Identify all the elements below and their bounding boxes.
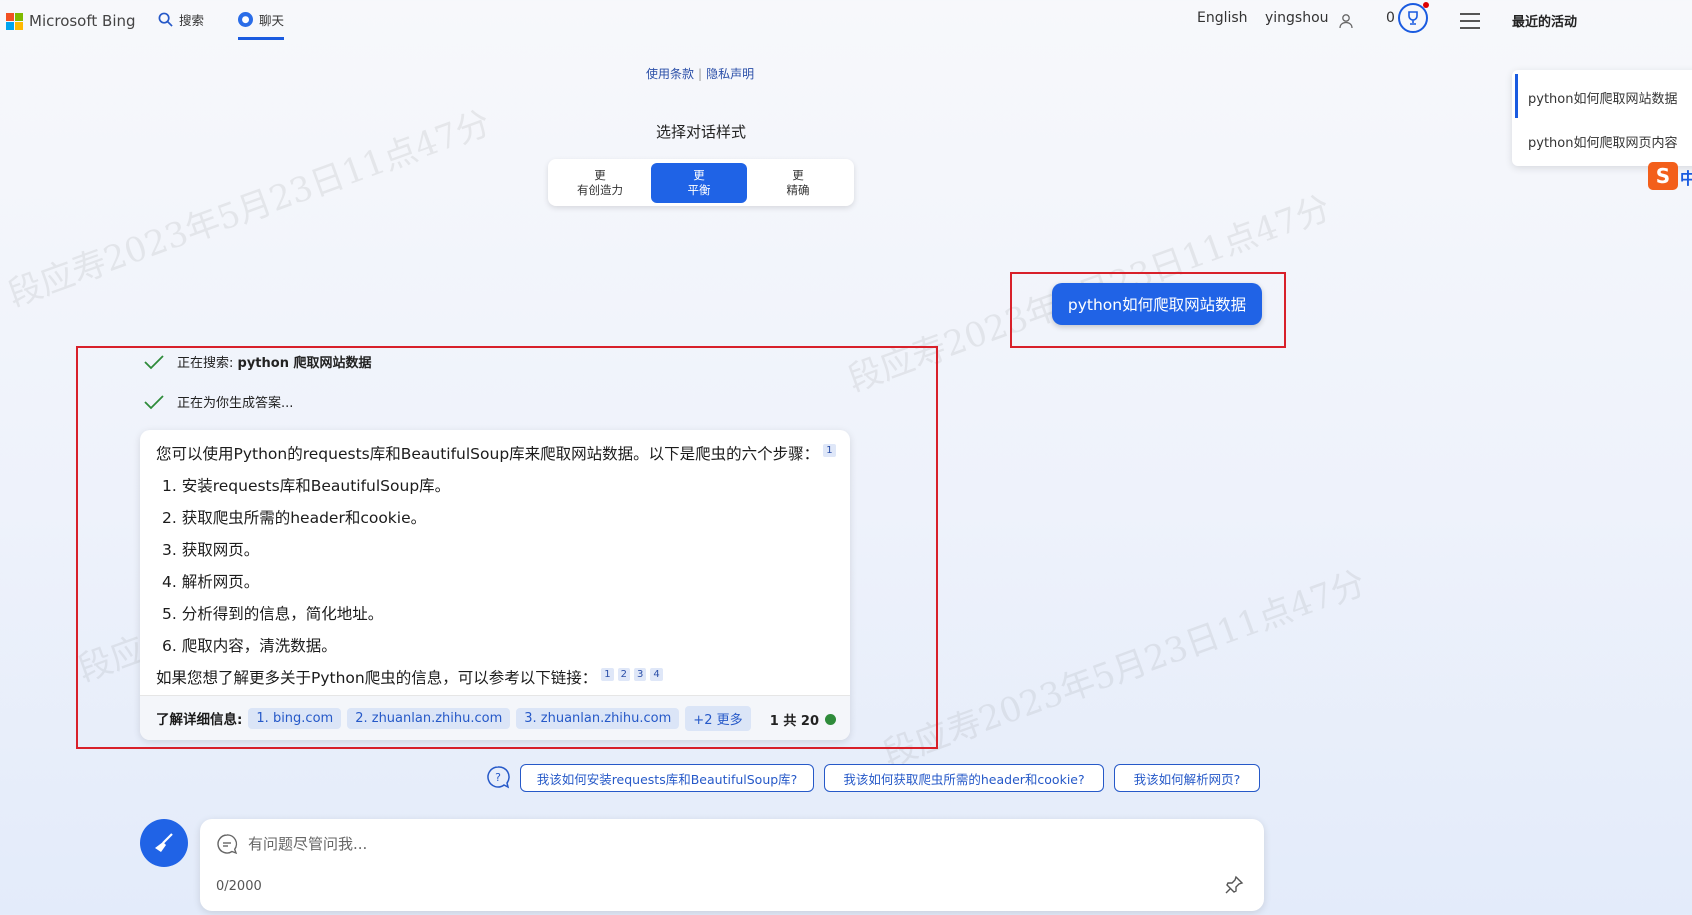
- style-precise-button[interactable]: 更 精确: [750, 163, 846, 203]
- brand-name: Microsoft Bing: [29, 12, 136, 30]
- nav-search-tab[interactable]: 搜索: [158, 10, 204, 29]
- nav-chat-tab[interactable]: ● 聊天: [238, 10, 285, 40]
- style-line2: 精确: [786, 183, 810, 197]
- more-sources-button[interactable]: +2 更多: [685, 705, 751, 731]
- char-counter: 0/2000: [216, 879, 262, 894]
- answer-outro: 如果您想了解更多关于Python爬虫的信息，可以参考以下链接： 1 2 3 4: [156, 662, 834, 694]
- active-indicator: [1515, 74, 1518, 118]
- suggestion-chip[interactable]: 我该如何获取爬虫所需的header和cookie?: [824, 764, 1104, 792]
- svg-text:?: ?: [495, 771, 501, 784]
- recent-activity-title: 最近的活动: [1512, 15, 1578, 30]
- style-line1: 更: [594, 168, 606, 182]
- recent-item[interactable]: python如何爬取网站数据: [1528, 88, 1677, 107]
- style-line1: 更: [792, 168, 804, 182]
- turn-counter: 1 共 20: [770, 710, 836, 729]
- answer-intro: 您可以使用Python的requests库和BeautifulSoup库来爬取网…: [156, 438, 836, 470]
- conversation-style-picker: 更 有创造力 更 平衡 更 精确: [548, 159, 854, 206]
- check-icon: [144, 394, 164, 409]
- answer-step: 1. 安装requests库和BeautifulSoup库。: [162, 477, 451, 495]
- search-icon: [158, 12, 173, 27]
- citation-badge[interactable]: 1: [601, 667, 614, 681]
- recent-item[interactable]: python如何爬取网页内容: [1528, 132, 1677, 151]
- style-creative-button[interactable]: 更 有创造力: [552, 163, 648, 203]
- nav-search-label: 搜索: [179, 13, 205, 28]
- searching-prefix: 正在搜索:: [177, 356, 238, 371]
- style-line2: 平衡: [687, 183, 711, 197]
- rewards-points: 0: [1386, 10, 1395, 26]
- suggestion-chip[interactable]: 我该如何安装requests库和BeautifulSoup库?: [520, 764, 814, 792]
- user-message-bubble: python如何爬取网站数据: [1052, 283, 1262, 325]
- sogou-ime-icon[interactable]: S: [1648, 162, 1678, 190]
- suggestion-chip[interactable]: 我该如何解析网页?: [1114, 764, 1260, 792]
- language-link[interactable]: English: [1197, 10, 1248, 26]
- answer-step: 5. 分析得到的信息，简化地址。: [162, 605, 384, 623]
- answer-sources-footer: 了解详细信息: 1. bing.com 2. zhuanlan.zhihu.co…: [140, 695, 850, 740]
- citation-badge[interactable]: 3: [633, 667, 647, 681]
- answer-step: 3. 获取网页。: [162, 541, 260, 559]
- recent-activity-panel: python如何爬取网站数据 python如何爬取网页内容: [1512, 70, 1692, 166]
- privacy-link[interactable]: 隐私声明: [706, 67, 754, 81]
- bing-logo[interactable]: Microsoft Bing: [6, 12, 136, 30]
- ime-mode-badge[interactable]: 中: [1680, 165, 1692, 189]
- chat-bubble-icon: [217, 834, 238, 855]
- watermark: 段应寿2023年5月23日11点47分: [2, 103, 496, 316]
- chat-input-box[interactable]: 有问题尽管问我... 0/2000: [200, 819, 1264, 911]
- legal-links: 使用条款 | 隐私声明: [646, 67, 755, 81]
- status-dot-icon: [825, 714, 836, 725]
- answer-card: 您可以使用Python的requests库和BeautifulSoup库来爬取网…: [140, 430, 850, 740]
- microsoft-logo-icon: [6, 12, 23, 30]
- search-query: python 爬取网站数据: [237, 356, 372, 371]
- pin-icon[interactable]: [1224, 875, 1244, 895]
- answer-step: 4. 解析网页。: [162, 573, 260, 591]
- generating-text: 正在为你生成答案...: [177, 396, 294, 411]
- new-topic-button[interactable]: [140, 819, 188, 867]
- terms-link[interactable]: 使用条款: [646, 67, 694, 81]
- citation-badge[interactable]: 2: [617, 667, 630, 681]
- nav-chat-label: 聊天: [259, 13, 285, 28]
- progress-searching: 正在搜索: python 爬取网站数据: [143, 352, 371, 371]
- rewards-button[interactable]: [1398, 2, 1429, 33]
- broom-icon: [155, 833, 173, 852]
- source-link[interactable]: 3. zhuanlan.zhihu.com: [516, 707, 680, 729]
- watermark: 段应寿2023年5月23日11点47分: [877, 563, 1371, 776]
- citation-badge[interactable]: 4: [650, 667, 663, 681]
- answer-step: 2. 获取爬虫所需的header和cookie。: [162, 509, 427, 527]
- progress-generating: 正在为你生成答案...: [143, 392, 293, 411]
- menu-button[interactable]: [1460, 13, 1480, 34]
- conversation-style-title: 选择对话样式: [656, 123, 747, 141]
- source-link[interactable]: 1. bing.com: [248, 707, 342, 729]
- notification-dot: [1423, 2, 1429, 8]
- answer-step: 6. 爬取内容，清洗数据。: [162, 637, 337, 655]
- citation-badge[interactable]: 1: [823, 443, 836, 457]
- username[interactable]: yingshou: [1265, 10, 1329, 26]
- learn-more-label: 了解详细信息:: [156, 712, 243, 728]
- source-link[interactable]: 2. zhuanlan.zhihu.com: [347, 707, 511, 729]
- suggestion-question-icon: ?: [487, 766, 510, 789]
- style-balanced-button[interactable]: 更 平衡: [651, 163, 747, 203]
- trophy-icon: [1408, 11, 1418, 25]
- chat-icon: ●: [238, 12, 253, 27]
- style-line2: 有创造力: [577, 183, 623, 197]
- check-icon: [144, 354, 164, 369]
- chat-input-field[interactable]: 有问题尽管问我...: [248, 833, 367, 854]
- style-line1: 更: [693, 168, 705, 182]
- user-avatar-icon[interactable]: [1338, 13, 1354, 29]
